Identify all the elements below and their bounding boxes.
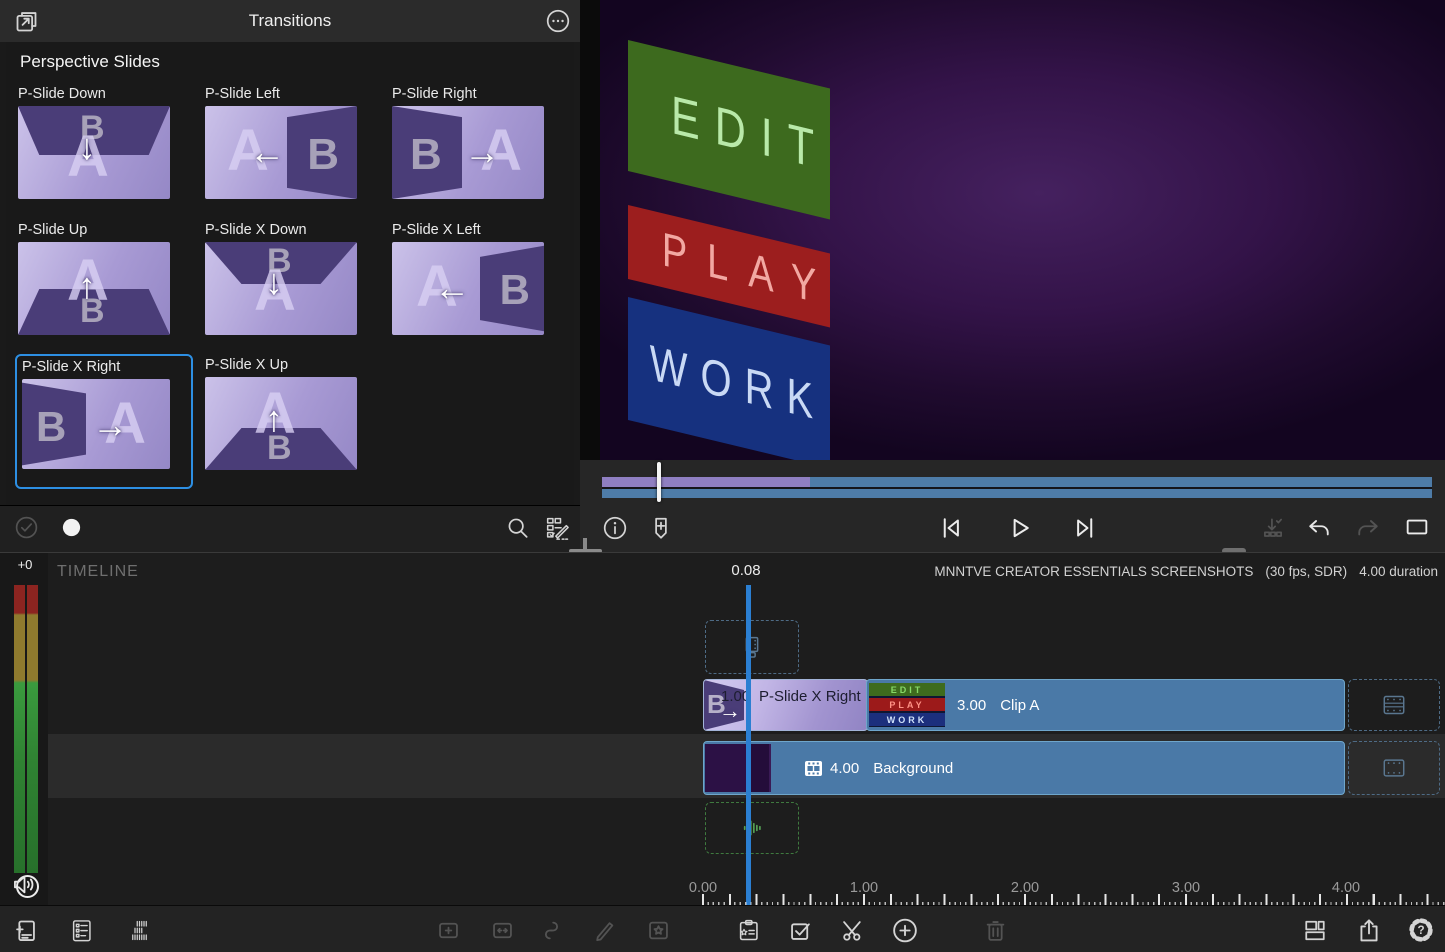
- timeline-background-clip[interactable]: 4.00 Background: [703, 741, 1345, 795]
- transition-thumbnail: A B →: [392, 106, 544, 199]
- clip-a-name: Clip A: [1000, 697, 1039, 714]
- transport-zone: [580, 460, 1445, 552]
- favorite-card-icon[interactable]: [644, 916, 672, 944]
- panel-title: Transitions: [0, 11, 580, 31]
- edit-pencil-icon[interactable]: [590, 916, 618, 944]
- overlay-track-dropzone[interactable]: [705, 620, 799, 674]
- arrow-left-icon: ←: [434, 270, 470, 306]
- gain-label: +0: [10, 557, 40, 572]
- scrubber-playhead[interactable]: [657, 462, 661, 502]
- transition-item-p-slide-left[interactable]: P-Slide Left A B ←: [205, 85, 357, 199]
- more-options-icon[interactable]: [545, 8, 571, 34]
- insert-to-timeline-icon[interactable]: [1260, 515, 1286, 541]
- project-list-icon[interactable]: [67, 916, 95, 944]
- timeline-label: TIMELINE: [57, 563, 139, 581]
- timeline-playhead[interactable]: [746, 585, 751, 906]
- background-track-dropzone[interactable]: [1348, 741, 1440, 795]
- timeline-clip-a[interactable]: EDIT PLAY WORK 3.00 Clip A: [866, 679, 1345, 731]
- transition-thumbnail: B A ↓: [205, 242, 357, 335]
- arrow-down-icon: ↓: [265, 264, 283, 300]
- transition-name: P-Slide X Right: [759, 688, 861, 705]
- select-mode-icon[interactable]: [786, 916, 814, 944]
- timeline-transition-clip[interactable]: B → 1.00 P-Slide X Right: [703, 679, 868, 731]
- transition-thumbnail: A B ←: [205, 106, 357, 199]
- presets-list-icon[interactable]: [543, 514, 571, 542]
- transition-thumbnail: B A ↓: [18, 106, 170, 199]
- audio-meter-right: [27, 585, 38, 873]
- clip-a-thumbnail: EDIT PLAY WORK: [869, 683, 945, 727]
- section-header: Perspective Slides: [20, 52, 160, 72]
- preview-area: EDIT PLAY WORK: [580, 0, 1445, 460]
- play-icon[interactable]: [1004, 513, 1034, 543]
- svg-text:?: ?: [1417, 924, 1424, 937]
- background-thumbnail: [705, 744, 771, 792]
- record-filter-button[interactable]: [60, 516, 83, 539]
- clip-a-duration: 3.00: [957, 697, 986, 714]
- background-name: Background: [873, 760, 953, 777]
- video-editor-app: Transitions Perspective Slides P-Slide D…: [0, 0, 1445, 952]
- main-track-dropzone[interactable]: [1348, 679, 1440, 731]
- project-name: MNNTVE CREATOR ESSENTIALS SCREENSHOTS: [934, 564, 1253, 579]
- playhead-timecode: 0.08: [716, 562, 776, 579]
- transition-item-p-slide-x-up[interactable]: P-Slide X Up A B ↑: [205, 356, 357, 470]
- share-export-icon[interactable]: [1355, 916, 1383, 944]
- clip-info-icon[interactable]: [602, 515, 628, 541]
- project-format: (30 fps, SDR): [1265, 564, 1347, 579]
- audio-track-dropzone[interactable]: [705, 802, 799, 854]
- settings-help-icon[interactable]: ?: [1407, 916, 1435, 944]
- overwrite-clip-icon[interactable]: [488, 916, 516, 944]
- track-layout-icon[interactable]: [125, 916, 153, 944]
- search-icon[interactable]: [505, 515, 531, 541]
- transition-item-p-slide-x-down[interactable]: P-Slide X Down B A ↓: [205, 221, 357, 335]
- transition-item-p-slide-right[interactable]: P-Slide Right A B →: [392, 85, 544, 199]
- audio-meter-gutter: +0: [0, 553, 48, 906]
- add-marker-icon[interactable]: [648, 515, 674, 541]
- transition-item-p-slide-x-left[interactable]: P-Slide X Left A B ←: [392, 221, 544, 335]
- transition-item-p-slide-down[interactable]: P-Slide Down B A ↓: [18, 85, 170, 199]
- redo-icon[interactable]: [1354, 514, 1382, 542]
- arrow-up-icon: ↑: [78, 268, 96, 304]
- delete-trash-icon[interactable]: [981, 916, 1009, 944]
- split-scissors-icon[interactable]: [838, 916, 866, 944]
- timeline-panel: +0 TIMELINE 0.08 MNNTVE CREATOR ESSENTIA…: [0, 552, 1445, 906]
- arrow-right-icon: →: [92, 407, 128, 443]
- library-header: Transitions: [0, 0, 580, 42]
- bottom-toolbar: ?: [0, 905, 1445, 952]
- transition-thumbnail: A B ←: [392, 242, 544, 335]
- arrow-down-icon: ↓: [78, 129, 96, 165]
- audio-meter-left: [14, 585, 25, 873]
- film-icon: [805, 761, 822, 776]
- arrow-left-icon: ←: [249, 134, 285, 170]
- banner-edit: EDIT: [628, 40, 830, 219]
- scrubber-elapsed: [602, 477, 810, 487]
- fullscreen-icon[interactable]: [1403, 513, 1431, 541]
- transition-item-p-slide-x-right[interactable]: P-Slide X Right A B →: [22, 358, 174, 469]
- background-duration: 4.00: [830, 760, 859, 777]
- preview-scrubber[interactable]: [602, 477, 1432, 487]
- project-info: MNNTVE CREATOR ESSENTIALS SCREENSHOTS (3…: [934, 564, 1438, 579]
- layout-panels-icon[interactable]: [1301, 916, 1329, 944]
- link-clips-icon[interactable]: [537, 916, 565, 944]
- new-project-icon[interactable]: [11, 916, 39, 944]
- project-duration: 4.00 duration: [1359, 564, 1438, 579]
- arrow-right-icon: →: [464, 134, 500, 170]
- next-clip-icon[interactable]: [1070, 513, 1100, 543]
- preview-scrubber-track[interactable]: [602, 489, 1432, 498]
- banner-work: WORK: [628, 297, 830, 460]
- insert-clip-icon[interactable]: [434, 916, 462, 944]
- transitions-library-panel: Transitions Perspective Slides P-Slide D…: [0, 0, 580, 552]
- undo-icon[interactable]: [1305, 514, 1333, 542]
- transition-thumbnail: A B →: [22, 379, 170, 469]
- transition-item-p-slide-up[interactable]: P-Slide Up A B ↑: [18, 221, 170, 335]
- select-check-icon[interactable]: [14, 515, 39, 540]
- transition-thumbnail: A B ↑: [205, 377, 357, 470]
- arrow-up-icon: ↑: [265, 401, 283, 437]
- transition-thumbnail: A B ↑: [18, 242, 170, 335]
- video-preview[interactable]: EDIT PLAY WORK: [600, 0, 1445, 460]
- paste-attributes-icon[interactable]: [734, 916, 762, 944]
- add-clip-icon[interactable]: [891, 916, 919, 944]
- library-toolbar: [0, 505, 580, 553]
- previous-clip-icon[interactable]: [936, 513, 966, 543]
